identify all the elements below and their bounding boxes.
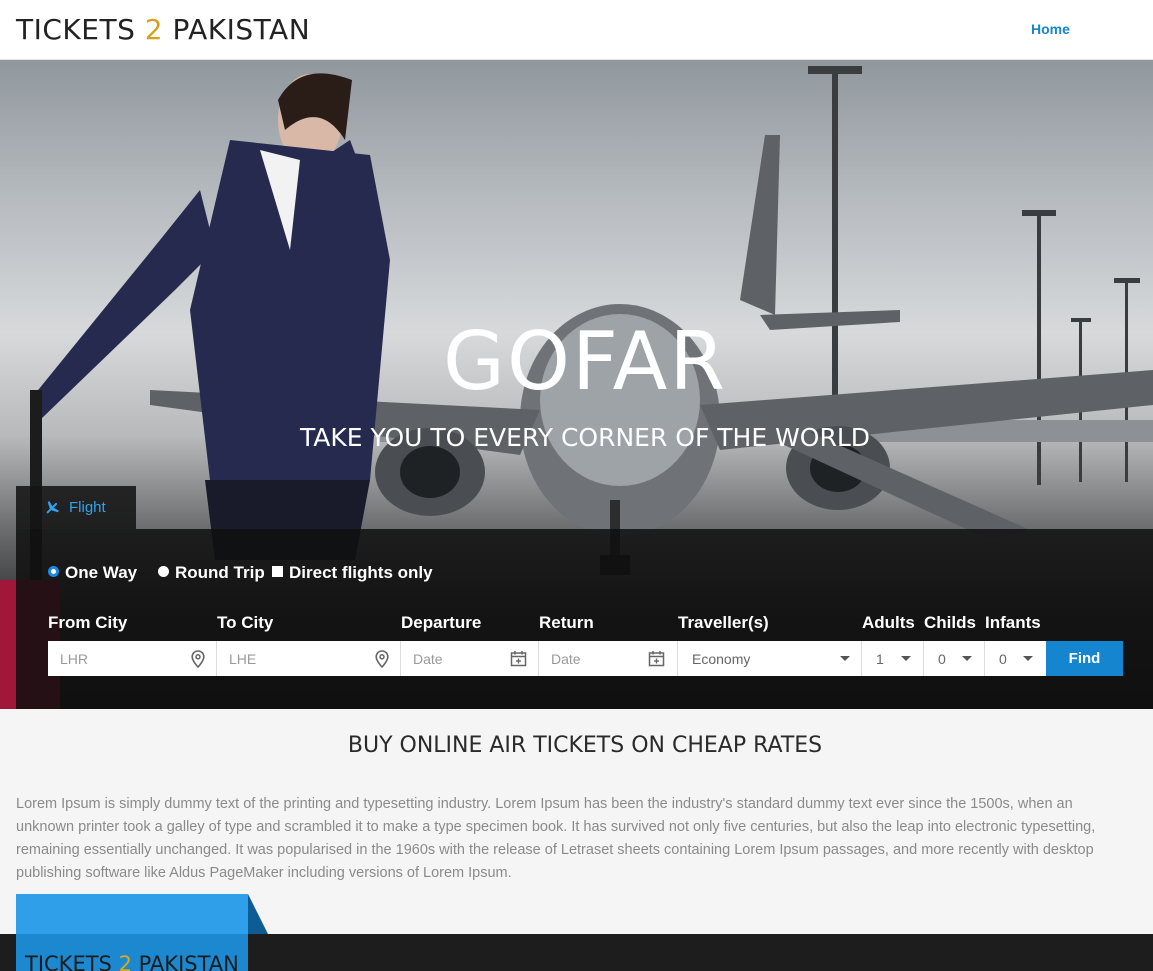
to-city-placeholder: LHE: [229, 651, 257, 667]
footer-logo-number: 2: [118, 952, 132, 971]
to-city-input[interactable]: LHE: [217, 641, 401, 676]
infants-value: 0: [999, 651, 1007, 667]
logo-text-part2: PAKISTAN: [163, 13, 311, 46]
from-city-placeholder: LHR: [60, 651, 89, 667]
hero-title: GOFAR: [443, 315, 727, 408]
nav-home-link[interactable]: Home: [1031, 21, 1070, 37]
to-city-label: To City: [217, 613, 274, 632]
one-way-option[interactable]: One Way: [48, 563, 137, 583]
tab-flight[interactable]: Flight: [16, 486, 136, 529]
footer-logo-badge: TICKETS 2 PAKISTAN: [16, 894, 248, 971]
plane-icon: [44, 500, 60, 521]
one-way-radio[interactable]: [48, 566, 59, 577]
footer-logo[interactable]: TICKETS 2 PAKISTAN: [25, 952, 239, 971]
chevron-down-icon: [1023, 656, 1033, 661]
section-title: BUY ONLINE AIR TICKETS ON CHEAP RATES: [347, 733, 823, 758]
hero-subtitle: TAKE YOU TO EVERY CORNER OF THE WORLD: [299, 423, 871, 452]
cabin-class-select[interactable]: Economy: [678, 641, 862, 676]
footer-logo-part1: TICKETS: [25, 952, 119, 971]
from-city-label: From City: [48, 613, 128, 632]
location-pin-icon: [191, 650, 205, 673]
footer-badge-fold: [248, 894, 268, 934]
direct-flights-checkbox[interactable]: [272, 566, 283, 577]
calendar-icon[interactable]: [510, 650, 527, 672]
section-description: Lorem Ipsum is simply dummy text of the …: [16, 796, 1096, 881]
one-way-label: One Way: [65, 563, 138, 582]
round-trip-radio[interactable]: [158, 566, 169, 577]
round-trip-option[interactable]: Round Trip: [158, 563, 265, 583]
cabin-class-value: Economy: [692, 651, 751, 667]
departure-label: Departure: [401, 613, 482, 632]
adults-label: Adults: [862, 613, 915, 632]
childs-label: Childs: [924, 613, 976, 632]
footer-logo-part2: PAKISTAN: [131, 952, 239, 971]
location-pin-icon: [375, 650, 389, 673]
departure-placeholder: Date: [413, 651, 443, 667]
childs-value: 0: [938, 651, 946, 667]
chevron-down-icon: [901, 656, 911, 661]
from-city-input[interactable]: LHR: [48, 641, 217, 676]
chevron-down-icon: [840, 656, 850, 661]
departure-date-input[interactable]: Date: [401, 641, 539, 676]
childs-select[interactable]: 0: [924, 641, 985, 676]
find-button[interactable]: Find: [1046, 641, 1123, 676]
calendar-icon[interactable]: [648, 650, 665, 672]
tab-flight-label: Flight: [69, 499, 106, 516]
flight-search-panel: One Way Round Trip Direct flights only F…: [16, 529, 1153, 709]
chevron-down-icon: [962, 656, 972, 661]
logo-number: 2: [144, 13, 164, 46]
logo-text-part1: TICKETS: [16, 13, 145, 46]
site-header: TICKETS 2 PAKISTAN Home: [0, 0, 1153, 60]
return-label: Return: [539, 613, 594, 632]
direct-flights-label: Direct flights only: [289, 563, 433, 582]
direct-flights-option[interactable]: Direct flights only: [272, 563, 433, 583]
adults-select[interactable]: 1: [862, 641, 924, 676]
infants-select[interactable]: 0: [985, 641, 1046, 676]
adults-value: 1: [876, 651, 884, 667]
infants-label: Infants: [985, 613, 1041, 632]
site-logo[interactable]: TICKETS 2 PAKISTAN: [16, 13, 310, 46]
return-placeholder: Date: [551, 651, 581, 667]
round-trip-label: Round Trip: [175, 563, 265, 582]
return-date-input[interactable]: Date: [539, 641, 678, 676]
travellers-label: Traveller(s): [678, 613, 769, 632]
